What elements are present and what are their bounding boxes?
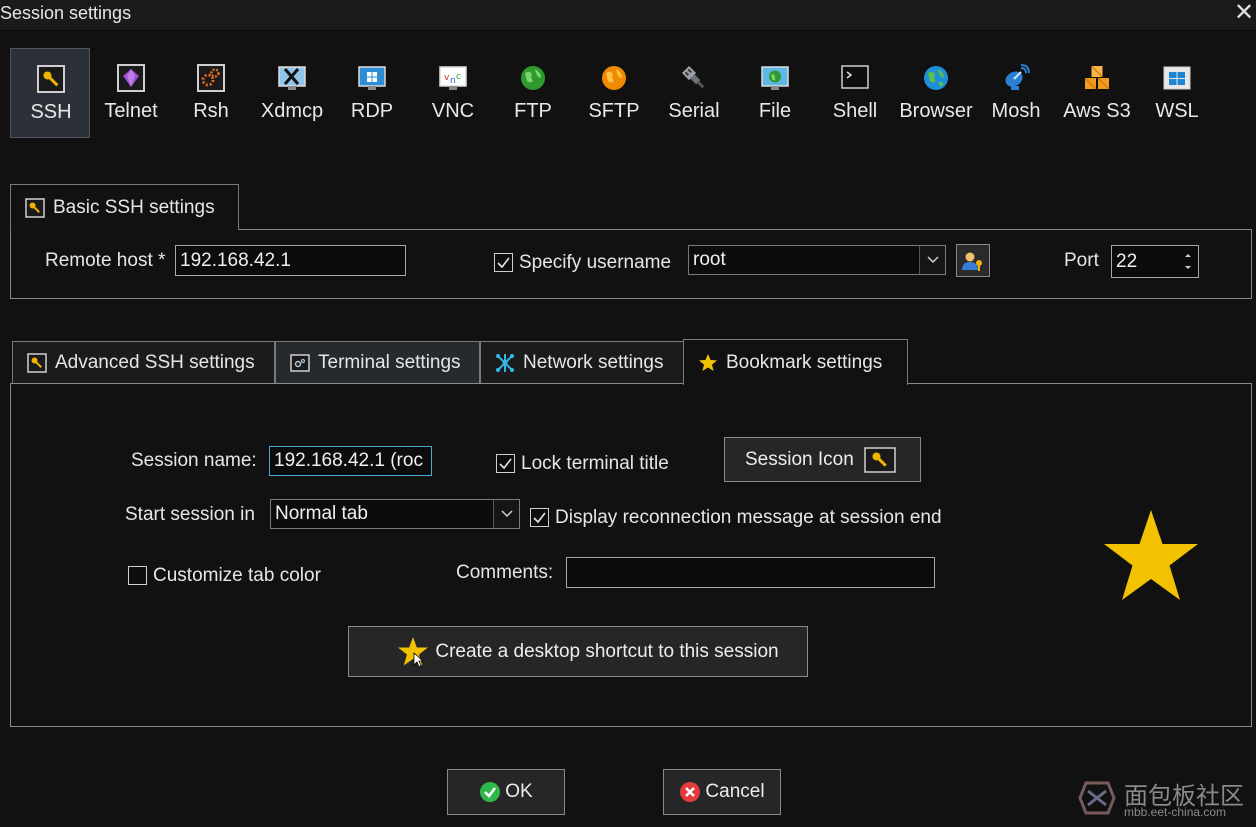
session-icon-label: Session Icon xyxy=(745,448,854,470)
terminal-icon xyxy=(290,354,310,372)
comments-input[interactable] xyxy=(566,557,935,588)
xdmcp-monitor-icon xyxy=(278,66,306,90)
tab-label: Network settings xyxy=(523,352,664,373)
remote-host-value: 192.168.42.1 xyxy=(180,249,291,271)
username-combobox[interactable]: root xyxy=(688,245,946,275)
protocol-wsl[interactable]: WSL xyxy=(1137,48,1217,138)
wrench-icon xyxy=(25,197,45,218)
create-desktop-shortcut-button[interactable]: Create a desktop shortcut to this sessio… xyxy=(348,626,808,677)
protocol-sftp[interactable]: SFTP xyxy=(574,48,654,138)
svg-text:c: c xyxy=(456,72,461,82)
close-icon[interactable]: ✕ xyxy=(1233,1,1255,25)
port-spinner-arrows[interactable] xyxy=(1181,248,1195,275)
star-icon xyxy=(398,636,429,668)
serial-plug-icon xyxy=(681,65,705,89)
big-star-icon xyxy=(1104,510,1198,600)
svg-text:n: n xyxy=(450,76,456,86)
star-icon xyxy=(699,353,717,371)
tab-label: Advanced SSH settings xyxy=(55,352,255,373)
tab-network-settings[interactable]: Network settings xyxy=(480,341,684,384)
protocol-vnc[interactable]: vnc VNC xyxy=(413,48,493,138)
mosh-satellite-icon xyxy=(1005,64,1030,90)
tab-bookmark-settings[interactable]: Bookmark settings xyxy=(683,339,908,385)
cancel-button[interactable]: Cancel xyxy=(663,769,781,815)
title-bar xyxy=(0,0,1256,31)
check-circle-icon xyxy=(480,782,501,802)
specify-username-checkbox[interactable] xyxy=(494,253,513,272)
tab-advanced-ssh-settings[interactable]: Advanced SSH settings xyxy=(12,341,275,384)
session-icon-button[interactable]: Session Icon xyxy=(724,437,921,482)
browser-globe-icon xyxy=(924,66,948,90)
watermark: 面包板社区 mbb.eet-china.com xyxy=(1076,776,1248,822)
session-name-value: 192.168.42.1 (roc xyxy=(274,450,423,471)
tab-terminal-settings[interactable]: Terminal settings xyxy=(275,341,480,384)
protocol-rdp[interactable]: RDP xyxy=(332,48,412,138)
lock-terminal-title-checkbox[interactable] xyxy=(496,454,515,473)
tab-label: Basic SSH settings xyxy=(53,196,215,218)
cancel-circle-icon xyxy=(680,782,701,802)
cancel-label: Cancel xyxy=(705,781,765,802)
protocol-browser[interactable]: Browser xyxy=(896,48,976,138)
protocol-ftp[interactable]: FTP xyxy=(493,48,573,138)
username-value: root xyxy=(693,249,726,270)
port-spinbox[interactable]: 22 xyxy=(1111,245,1199,278)
protocol-serial[interactable]: Serial xyxy=(654,48,734,138)
wrench-icon xyxy=(27,353,47,373)
ok-button[interactable]: OK xyxy=(447,769,565,815)
protocol-ssh[interactable]: SSH xyxy=(10,48,90,138)
start-session-in-select[interactable]: Normal tab xyxy=(270,499,520,529)
session-name-label: Session name: xyxy=(131,450,257,471)
session-name-input[interactable]: 192.168.42.1 (roc xyxy=(269,446,432,476)
watermark-logo-icon xyxy=(1078,781,1116,815)
reconnection-message-checkbox[interactable] xyxy=(530,508,549,527)
customize-tab-color-label: Customize tab color xyxy=(153,565,321,586)
window-title: Session settings xyxy=(0,3,132,23)
watermark-url: mbb.eet-china.com xyxy=(1124,805,1227,819)
reconnection-message-label: Display reconnection message at session … xyxy=(555,507,942,528)
protocol-rsh[interactable]: Rsh xyxy=(171,48,251,138)
tab-label: Terminal settings xyxy=(318,352,461,373)
protocol-shell[interactable]: Shell xyxy=(815,48,895,138)
protocol-xdmcp[interactable]: Xdmcp xyxy=(252,48,332,138)
protocol-telnet[interactable]: Telnet xyxy=(91,48,171,138)
rsh-gears-icon xyxy=(197,64,225,92)
file-monitor-icon xyxy=(761,66,789,90)
sftp-globe-icon xyxy=(602,66,626,90)
ssh-key-icon xyxy=(864,446,896,473)
tab-label: Bookmark settings xyxy=(726,351,883,373)
start-session-in-label: Start session in xyxy=(125,504,255,525)
remote-host-label: Remote host * xyxy=(45,250,166,271)
protocol-file[interactable]: File xyxy=(735,48,815,138)
comments-label: Comments: xyxy=(456,562,554,583)
aws-s3-cubes-icon xyxy=(1084,65,1110,90)
ftp-globe-icon xyxy=(521,66,545,90)
create-desktop-shortcut-label: Create a desktop shortcut to this sessio… xyxy=(435,640,779,662)
specify-username-label: Specify username xyxy=(519,252,672,273)
telnet-gem-icon xyxy=(117,64,145,92)
user-manager-button[interactable] xyxy=(956,244,990,277)
start-session-in-value: Normal tab xyxy=(275,503,368,524)
lock-terminal-title-label: Lock terminal title xyxy=(521,453,669,474)
customize-tab-color-checkbox[interactable] xyxy=(128,566,147,585)
ssh-key-icon xyxy=(37,65,65,93)
protocol-label: WSL xyxy=(1155,100,1199,122)
vnc-monitor-icon: vnc xyxy=(439,66,467,90)
rdp-monitor-icon xyxy=(358,66,386,90)
wsl-windows-icon xyxy=(1163,66,1191,90)
tab-basic-ssh-settings[interactable]: Basic SSH settings xyxy=(10,184,239,230)
shell-terminal-icon xyxy=(841,65,869,89)
user-key-icon xyxy=(962,252,982,271)
network-icon xyxy=(496,354,514,372)
protocol-aws-s3[interactable]: Aws S3 xyxy=(1057,48,1137,138)
remote-host-input[interactable]: 192.168.42.1 xyxy=(175,245,406,276)
ok-label: OK xyxy=(505,781,533,802)
protocol-mosh[interactable]: Mosh xyxy=(976,48,1056,138)
chevron-down-icon[interactable] xyxy=(493,500,519,528)
port-label: Port xyxy=(1064,250,1099,271)
port-value: 22 xyxy=(1116,250,1138,272)
chevron-down-icon[interactable] xyxy=(919,246,945,274)
